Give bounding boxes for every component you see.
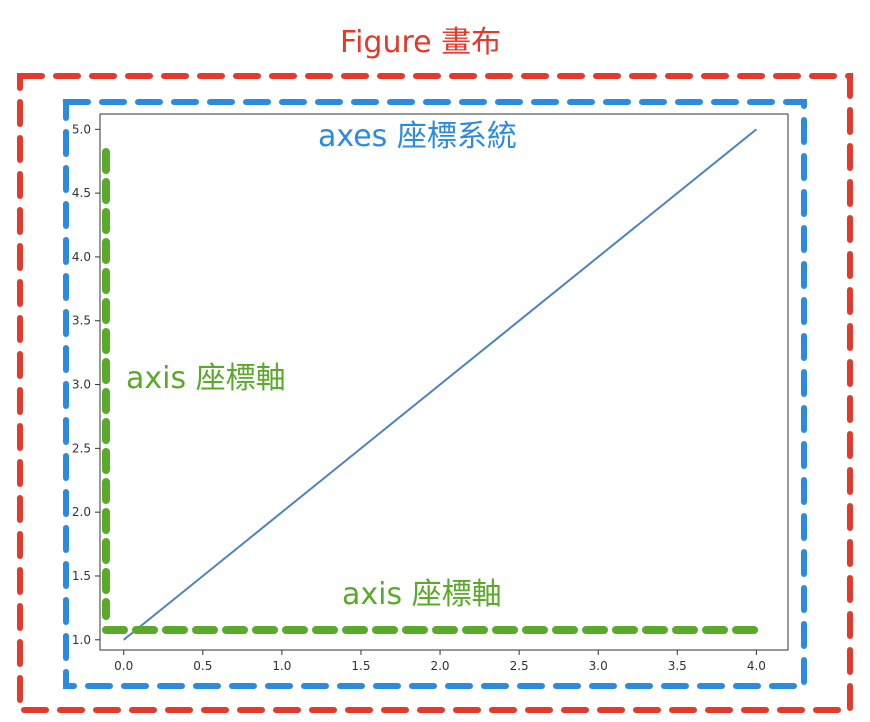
y-tick-label: 2.0 bbox=[72, 505, 91, 519]
y-tick-label: 4.0 bbox=[72, 250, 91, 264]
figure-label: Figure 畫布 bbox=[340, 25, 502, 60]
x-tick-label: 0.0 bbox=[114, 659, 133, 673]
x-tick-label: 2.5 bbox=[510, 659, 529, 673]
x-tick-label: 3.0 bbox=[589, 659, 608, 673]
y-axis-label: axis 座標軸 bbox=[126, 361, 286, 396]
x-tick-label: 4.0 bbox=[747, 659, 766, 673]
y-tick-label: 2.5 bbox=[72, 441, 91, 455]
y-tick-label: 1.5 bbox=[72, 569, 91, 583]
y-tick-label: 3.5 bbox=[72, 314, 91, 328]
x-tick-label: 0.5 bbox=[193, 659, 212, 673]
x-tick-label: 3.5 bbox=[668, 659, 687, 673]
axes-label: axes 座標系統 bbox=[318, 119, 517, 154]
y-tick-label: 3.0 bbox=[72, 378, 91, 392]
x-tick-label: 1.5 bbox=[351, 659, 370, 673]
y-tick-label: 1.0 bbox=[72, 633, 91, 647]
x-tick-label: 2.0 bbox=[430, 659, 449, 673]
y-tick-label: 5.0 bbox=[72, 122, 91, 136]
x-tick-label: 1.0 bbox=[272, 659, 291, 673]
y-tick-label: 4.5 bbox=[72, 186, 91, 200]
x-axis-label: axis 座標軸 bbox=[342, 577, 502, 612]
diagram-canvas: 0.0 0.5 1.0 1.5 2.0 2.5 3.0 3.5 4.0 1.0 1.5 2.0 2.5 3… bbox=[0, 0, 870, 722]
